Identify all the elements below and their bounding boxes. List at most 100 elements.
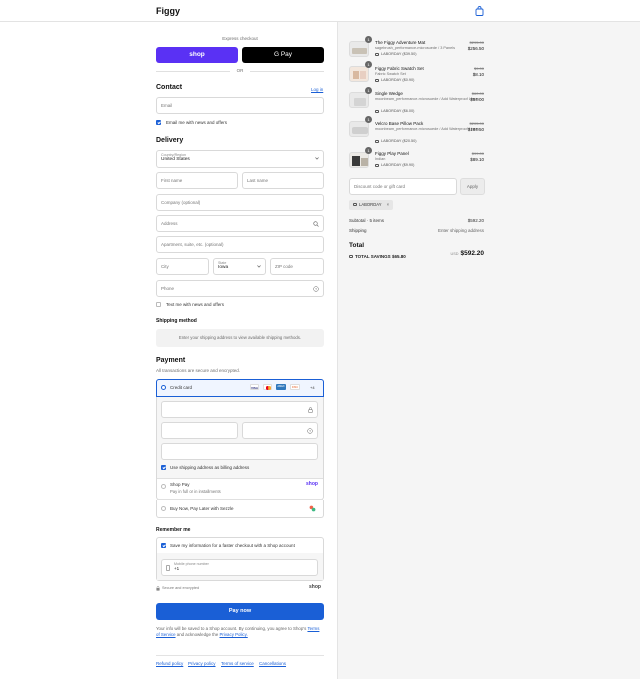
shop-pay-option-label[interactable]: Shop Pay [170, 482, 190, 487]
shop-logo: shop [309, 584, 321, 590]
product-thumbnail [349, 152, 369, 168]
item-discount-text: LABORDAY ($9.90) [381, 163, 415, 167]
tag-icon [375, 78, 379, 82]
security-code-input[interactable]: ? [242, 422, 318, 439]
item-discount-text: LABORDAY ($39.50) [381, 52, 417, 56]
or-label: OR [236, 68, 244, 73]
sezzle-logo-icon [309, 505, 316, 512]
news-checkbox[interactable] [156, 120, 161, 125]
name-on-card-input[interactable] [161, 443, 318, 460]
state-select[interactable]: State Iowa [213, 258, 266, 275]
login-link[interactable]: Log in [311, 87, 323, 92]
product-thumbnail [349, 121, 369, 137]
delivery-heading: Delivery [156, 137, 184, 144]
remove-discount-icon[interactable]: × [387, 202, 389, 207]
search-icon [313, 221, 319, 227]
card-number-input[interactable] [161, 401, 318, 418]
more-brands-label: +4 [310, 385, 315, 390]
total-savings: TOTAL SAVINGS $65.80 [349, 254, 406, 259]
shipping-method-message: Enter your shipping address to view avai… [156, 329, 324, 347]
discount-code-input[interactable]: Discount code or gift card [349, 178, 457, 195]
item-discount: LABORDAY ($39.50) [375, 52, 417, 56]
item-original-price: $9.00 [473, 66, 484, 71]
save-info-label: Save my information for a faster checkou… [170, 543, 295, 548]
savings-value: $65.80 [391, 254, 406, 259]
save-info-checkbox[interactable] [161, 543, 166, 548]
item-discount: LABORDAY ($6.00) [375, 109, 414, 113]
zip-input[interactable]: ZIP code [270, 258, 324, 275]
total-label: Total [349, 242, 365, 249]
text-offers-checkbox[interactable] [156, 302, 161, 307]
payment-divider [157, 478, 323, 479]
quantity-badge: 1 [365, 36, 372, 43]
expiration-input[interactable] [161, 422, 238, 439]
cancellations-link[interactable]: Cancellations [259, 661, 286, 666]
shop-pay-radio[interactable] [161, 484, 166, 489]
item-final-price: $256.50 [467, 46, 484, 51]
shop-pay-subtitle: Pay in full or in installments [170, 489, 221, 494]
item-variant: moonbeam_performance-microsuede / Add Wa… [375, 127, 480, 131]
privacy-policy-link[interactable]: Privacy policy [188, 661, 216, 666]
country-value: United States [161, 157, 190, 162]
quantity-badge: 1 [365, 147, 372, 154]
item-original-price: $60.00 [471, 91, 484, 96]
shopping-bag-icon[interactable] [475, 6, 484, 16]
pay-now-button[interactable]: Pay now [156, 603, 324, 620]
item-discount: LABORDAY ($20.50) [375, 139, 417, 143]
help-icon[interactable]: ? [307, 428, 313, 434]
privacy-link[interactable]: Privacy Policy. [220, 632, 248, 637]
phone-input[interactable]: Phone ? [156, 280, 324, 297]
item-name: Figgy Play Panel [375, 151, 409, 156]
shipping-value: Enter shipping address [437, 228, 484, 233]
lock-icon [156, 586, 160, 591]
apply-discount-button[interactable]: Apply [460, 178, 485, 195]
product-thumbnail [349, 66, 369, 82]
billing-checkbox[interactable] [161, 465, 166, 470]
help-icon[interactable]: ? [313, 286, 319, 292]
quantity-badge: 1 [365, 87, 372, 94]
news-label: Email me with news and offers [166, 120, 227, 125]
product-thumbnail [349, 92, 369, 108]
country-select[interactable]: Country/Region United States [156, 150, 324, 168]
email-input[interactable]: Email [156, 97, 324, 114]
tag-icon [353, 203, 357, 207]
shipping-label: Shipping [349, 228, 367, 233]
footer-divider [156, 655, 324, 656]
tag-icon [375, 139, 379, 143]
last-name-input[interactable]: Last name [242, 172, 324, 189]
text-offers-label: Text me with news and offers [166, 302, 224, 307]
legal-text: Your info will be saved to a Shop accoun… [156, 626, 324, 638]
svg-text:?: ? [309, 429, 311, 433]
item-discount-text: LABORDAY ($6.00) [381, 109, 415, 113]
total-amount: USD $592.20 [450, 242, 484, 260]
item-original-price: $205.00 [469, 121, 484, 126]
address-placeholder: Address [161, 221, 178, 226]
address-input[interactable]: Address [156, 215, 324, 232]
company-input[interactable]: Company (optional) [156, 194, 324, 211]
mobile-phone-input[interactable]: Mobile phone number +1 [161, 559, 318, 576]
apartment-input[interactable]: Apartment, suite, etc. (optional) [156, 236, 324, 253]
shop-pay-button[interactable]: shop [156, 47, 238, 63]
item-discount-text: LABORDAY ($0.90) [381, 78, 415, 82]
google-pay-button[interactable]: G Pay [242, 47, 324, 63]
legal-line: Your info will be saved to a Shop accoun… [156, 626, 307, 631]
item-final-price: $184.50 [467, 127, 484, 132]
express-checkout-label: Express checkout [222, 36, 258, 41]
currency-label: USD [450, 252, 459, 256]
item-discount: LABORDAY ($0.90) [375, 78, 414, 82]
sezzle-radio[interactable] [161, 506, 166, 511]
terms-of-service-link[interactable]: Terms of service [221, 661, 254, 666]
amex-icon: AMEX [276, 384, 286, 390]
credit-card-radio[interactable] [161, 385, 166, 390]
city-input[interactable]: City [156, 258, 209, 275]
remember-me-heading: Remember me [156, 527, 191, 533]
applied-discount-chip: LABORDAY × [349, 200, 394, 210]
refund-policy-link[interactable]: Refund policy [156, 661, 183, 666]
store-logo[interactable]: Figgy [156, 6, 180, 16]
mobile-prefix: +1 [174, 566, 180, 571]
tag-icon [375, 52, 379, 56]
product-thumbnail [349, 41, 369, 57]
item-name: Figgy Fabric Swatch Set [375, 66, 424, 71]
first-name-input[interactable]: First name [156, 172, 238, 189]
item-final-price: $89.10 [470, 157, 484, 162]
